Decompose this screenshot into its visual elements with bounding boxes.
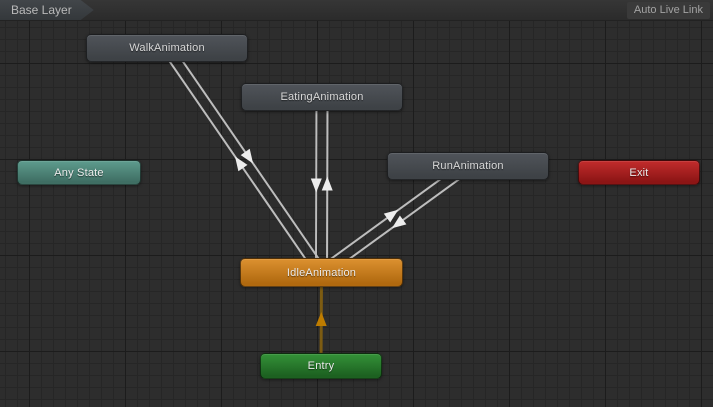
state-node-label: Exit <box>629 167 648 179</box>
transition-arrow-icon <box>241 149 253 164</box>
state-node-label: Any State <box>54 167 104 179</box>
auto-live-link-button[interactable]: Auto Live Link <box>627 2 710 19</box>
state-node-eating[interactable]: EatingAnimation <box>241 83 403 111</box>
state-node-label: RunAnimation <box>432 160 504 172</box>
state-node-anystate[interactable]: Any State <box>17 160 141 185</box>
transition-arrow-icon <box>316 312 327 326</box>
state-node-label: IdleAnimation <box>287 267 356 279</box>
state-node-entry[interactable]: Entry <box>260 353 382 379</box>
animator-toolbar: Base Layer Auto Live Link <box>0 0 713 21</box>
animator-grid-canvas[interactable]: WalkAnimation EatingAnimation RunAnimation… <box>0 0 713 407</box>
transition-arrow-icon <box>392 216 407 229</box>
transition-arrow-icon <box>322 177 333 191</box>
state-node-idle[interactable]: IdleAnimation <box>240 258 403 287</box>
animator-window: WalkAnimation EatingAnimation RunAnimation… <box>0 0 713 407</box>
breadcrumb-base-layer[interactable]: Base Layer <box>0 0 94 20</box>
state-node-run[interactable]: RunAnimation <box>387 152 549 180</box>
transition-arrow-icon <box>311 179 322 193</box>
state-node-walk[interactable]: WalkAnimation <box>86 34 248 62</box>
state-node-label: WalkAnimation <box>129 42 205 54</box>
state-node-label: Entry <box>308 360 335 372</box>
state-node-label: EatingAnimation <box>280 91 363 103</box>
transition-arrow-icon <box>235 157 248 172</box>
state-node-exit[interactable]: Exit <box>578 160 700 185</box>
transition-arrow-icon <box>384 210 399 223</box>
breadcrumb-label: Base Layer <box>11 3 72 17</box>
